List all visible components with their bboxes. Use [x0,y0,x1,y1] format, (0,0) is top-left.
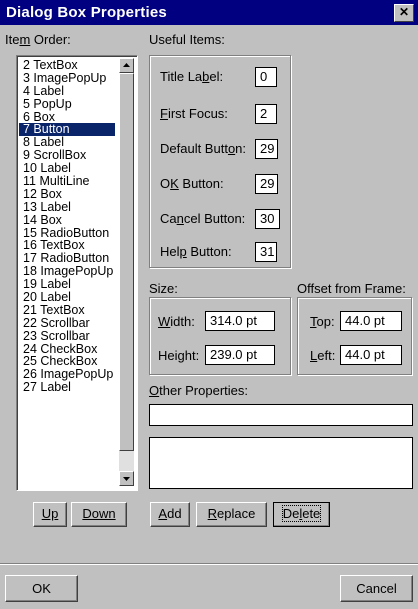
list-item[interactable]: 13 Label [19,200,115,214]
default-button-field[interactable]: 29 [255,139,278,159]
list-item[interactable]: 23 Scrollbar [19,329,115,343]
close-icon: ✕ [398,5,410,19]
close-button[interactable]: ✕ [394,4,414,22]
help-button-field[interactable]: 31 [255,242,277,262]
ok-button-field[interactable]: 29 [255,174,278,194]
item-order-label: Item Order: [5,32,71,47]
cancel-button[interactable]: Cancel [340,575,413,602]
delete-button[interactable]: Delete [273,502,330,527]
size-heading: Size: [149,281,178,296]
cancel-button-label: Cancel Button: [160,211,246,226]
default-button-label: Default Button: [160,141,247,156]
list-item[interactable]: 21 TextBox [19,303,115,317]
down-button[interactable]: Down [71,502,127,527]
first-focus-field[interactable]: 2 [255,104,277,124]
replace-button[interactable]: Replace [196,502,267,527]
scroll-down-button[interactable] [119,471,134,486]
height-label: Height: [158,348,200,363]
title-label-label: Title Label: [160,69,224,84]
other-properties-input[interactable] [149,404,413,426]
arrow-down-icon [123,477,130,481]
item-order-list[interactable]: 2 TextBox 3 ImagePopUp 4 Label 5 PopUp 6 Box… [16,55,138,491]
top-field[interactable]: 44.0 pt [340,311,402,331]
width-label: Width: [158,314,195,329]
list-items: 2 TextBox 3 ImagePopUp 4 Label 5 PopUp 6 Box… [19,59,115,486]
list-item[interactable]: 5 PopUp [19,97,115,111]
top-label: Top: [310,314,335,329]
list-item[interactable]: 2 TextBox [19,59,115,72]
height-field[interactable]: 239.0 pt [205,345,275,365]
title-bar: Dialog Box Properties ✕ [0,0,418,25]
delete-button-label: Delete [281,505,322,522]
left-label: Left: [310,348,336,363]
list-item[interactable]: 27 Label [19,381,115,394]
ok-button[interactable]: OK [5,575,78,602]
list-scrollbar[interactable] [119,58,134,486]
scroll-thumb[interactable] [119,73,134,451]
left-field[interactable]: 44.0 pt [340,345,402,365]
title-label-field[interactable]: 0 [255,67,277,87]
footer-divider [0,563,418,565]
width-field[interactable]: 314.0 pt [205,311,275,331]
offset-heading: Offset from Frame: [297,281,406,296]
ok-button-label: OK Button: [160,176,224,191]
list-item[interactable]: 12 Box [19,187,115,201]
list-item[interactable]: 3 ImagePopUp [19,71,115,85]
other-properties-textarea[interactable] [149,437,413,489]
arrow-up-icon [123,63,130,67]
add-button[interactable]: Add [150,502,190,527]
scroll-up-button[interactable] [119,58,134,73]
cancel-button-field[interactable]: 30 [255,209,280,229]
list-item[interactable]: 22 Scrollbar [19,316,115,330]
first-focus-label: First Focus: [160,106,228,121]
up-button[interactable]: Up [33,502,67,527]
list-item[interactable]: 14 Box [19,213,115,227]
other-properties-heading: Other Properties: [149,383,248,398]
useful-items-heading: Useful Items: [149,32,225,47]
list-item[interactable]: 20 Label [19,291,115,304]
list-item[interactable]: 4 Label [19,84,115,98]
window-title: Dialog Box Properties [6,4,167,21]
help-button-label: Help Button: [160,244,232,259]
list-item[interactable]: 11 MultiLine [19,175,115,188]
